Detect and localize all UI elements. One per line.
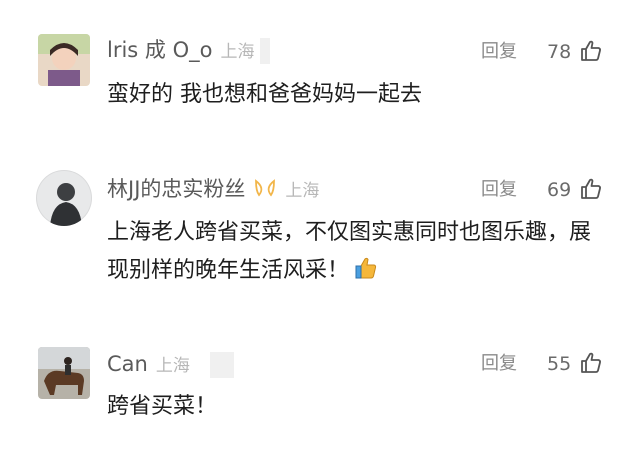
- girl-avatar-icon: [38, 34, 90, 86]
- comment-text: 蛮好的 我也想和爸爸妈妈一起去: [107, 82, 422, 107]
- silhouette-avatar-icon: [36, 170, 92, 226]
- reply-button[interactable]: 回复: [481, 176, 517, 204]
- like-count: 55: [547, 353, 572, 375]
- username[interactable]: lris 成 O_o: [107, 38, 212, 62]
- fan-badge-icon: [253, 176, 277, 204]
- thumbs-up-icon[interactable]: [579, 351, 603, 375]
- thumbs-up-icon[interactable]: [579, 177, 603, 201]
- location: 上海: [220, 42, 255, 62]
- reply-button[interactable]: 回复: [481, 350, 517, 378]
- comment-username-row: Can 上海: [107, 350, 234, 380]
- comment-username-row: lris 成 O_o 上海: [107, 36, 271, 66]
- like-count: 78: [547, 41, 572, 63]
- like-count: 69: [547, 179, 572, 201]
- comment-username-row: 林JJ的忠实粉丝 上海: [107, 175, 319, 205]
- avatar[interactable]: [36, 170, 92, 226]
- blurred-area: [209, 352, 234, 378]
- thumbs-up-emoji: [353, 255, 379, 294]
- username[interactable]: 林JJ的忠实粉丝: [107, 177, 245, 201]
- horse-rider-avatar-icon: [38, 347, 90, 399]
- blurred-area: [260, 38, 271, 64]
- avatar[interactable]: [38, 347, 90, 399]
- comment-text: 跨省买菜！: [107, 394, 218, 419]
- comment-text-content: 上海老人跨省买菜，不仅图实惠同时也图乐趣，展现别样的晚年生活风采！: [107, 220, 592, 283]
- reply-button[interactable]: 回复: [481, 38, 517, 66]
- comment-text: 上海老人跨省买菜，不仅图实惠同时也图乐趣，展现别样的晚年生活风采！: [107, 214, 597, 294]
- username[interactable]: Can: [107, 352, 148, 376]
- location: 上海: [285, 181, 320, 201]
- avatar[interactable]: [38, 34, 90, 86]
- location: 上海: [155, 356, 190, 376]
- thumbs-up-icon[interactable]: [579, 39, 603, 63]
